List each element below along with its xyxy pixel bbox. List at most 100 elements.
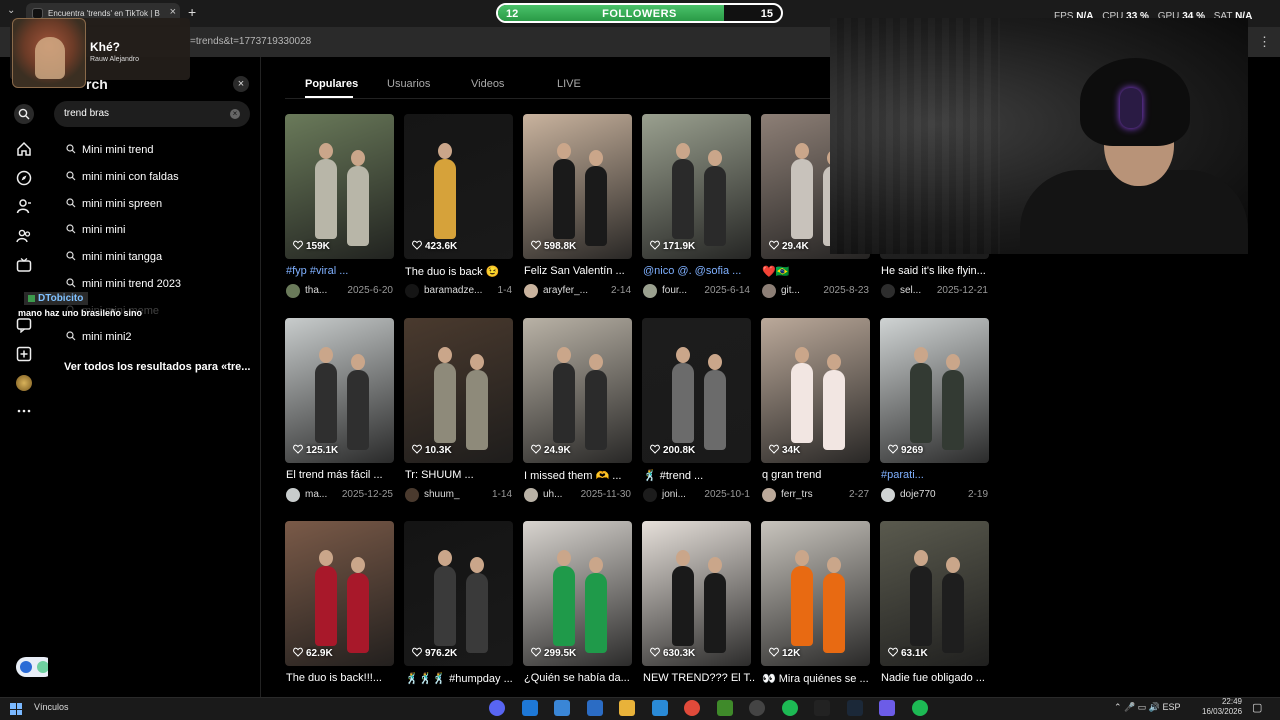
video-thumbnail[interactable]: 200.8K (642, 318, 751, 463)
video-thumbnail[interactable]: 12K (761, 521, 870, 666)
tab-populares[interactable]: Populares (305, 78, 358, 90)
video-caption[interactable]: #fyp #viral ... (286, 265, 398, 277)
video-caption[interactable]: 👀 Mira quiénes se ... (762, 672, 874, 685)
author-name[interactable]: joni... (662, 489, 686, 500)
browser-menu-icon[interactable]: ⋮ (1258, 34, 1271, 50)
home-icon[interactable] (16, 141, 32, 157)
video-thumbnail[interactable]: 63.1K (880, 521, 989, 666)
windows-start-icon[interactable] (10, 703, 22, 715)
video-thumbnail[interactable]: 598.8K (523, 114, 632, 259)
suggestion-item[interactable]: mini mini spreen (66, 198, 162, 210)
author-name[interactable]: four... (662, 285, 687, 296)
suggestion-item[interactable]: mini mini con faldas (66, 171, 179, 183)
video-caption[interactable]: ¿Quién se había da... (524, 672, 636, 684)
app-f-icon[interactable] (651, 700, 668, 716)
see-all-results-link[interactable]: Ver todos los resultados para «tre... (64, 361, 250, 373)
author-avatar[interactable] (405, 488, 419, 502)
author-avatar[interactable] (881, 284, 895, 298)
author-name[interactable]: ferr_trs (781, 489, 813, 500)
author-name[interactable]: shuum_ (424, 489, 460, 500)
video-thumbnail[interactable]: 630.3K (642, 521, 751, 666)
author-name[interactable]: sel... (900, 285, 921, 296)
suggestion-item[interactable]: mini mini tangga (66, 251, 162, 263)
mail-icon[interactable] (521, 700, 538, 716)
video-thumbnail[interactable]: 10.3K (404, 318, 513, 463)
author-avatar[interactable] (643, 488, 657, 502)
author-avatar[interactable] (524, 488, 538, 502)
friends-icon[interactable] (16, 228, 32, 244)
video-thumbnail[interactable]: 34K (761, 318, 870, 463)
author-avatar[interactable] (762, 284, 776, 298)
steam-icon[interactable] (846, 700, 863, 716)
chrome-icon[interactable] (684, 700, 700, 716)
video-caption[interactable]: Tr: SHUUM ... (405, 469, 517, 481)
suggestion-item[interactable]: Mini mini trend (66, 144, 154, 156)
video-thumbnail[interactable]: 9269 (880, 318, 989, 463)
url-text[interactable]: =trends&t=1773719330028 (190, 36, 311, 47)
video-caption[interactable]: @nico @. @sofia ... (643, 265, 755, 277)
profile-avatar[interactable] (16, 375, 32, 391)
author-name[interactable]: ma... (305, 489, 327, 500)
author-name[interactable]: doje770 (900, 489, 936, 500)
video-thumbnail[interactable]: 976.2K (404, 521, 513, 666)
search-icon[interactable] (14, 104, 34, 124)
video-thumbnail[interactable]: 423.6K (404, 114, 513, 259)
video-caption[interactable]: 🕺🕺🕺 #humpday ... (405, 672, 517, 685)
more-icon[interactable] (16, 403, 32, 419)
calendar-icon[interactable] (586, 700, 603, 716)
author-avatar[interactable] (643, 284, 657, 298)
epic-icon[interactable] (814, 700, 830, 716)
video-caption[interactable]: q gran trend (762, 469, 874, 481)
tab-live[interactable]: LIVE (557, 78, 581, 90)
video-caption[interactable]: The duo is back!!!... (286, 672, 398, 684)
close-icon[interactable]: × (233, 76, 249, 92)
video-caption[interactable]: NEW TREND??? El T... (643, 672, 755, 684)
video-caption[interactable]: 🕺 #trend ... (643, 469, 755, 482)
video-caption[interactable]: Feliz San Valentín ... (524, 265, 636, 277)
live-tv-icon[interactable] (16, 257, 32, 273)
video-caption[interactable]: The duo is back 😉 (405, 265, 517, 278)
suggestion-item[interactable]: mini mini2 (66, 331, 132, 343)
author-avatar[interactable] (286, 488, 300, 502)
video-caption[interactable]: ❤️🇧🇷 (762, 265, 874, 278)
clear-search-icon[interactable]: × (230, 109, 240, 119)
drop-icon[interactable] (879, 700, 895, 716)
obs-icon[interactable] (749, 700, 765, 716)
video-thumbnail[interactable]: 62.9K (285, 521, 394, 666)
notification-icon[interactable]: ▢ (1252, 701, 1262, 714)
taskbar-links-label[interactable]: Vínculos (34, 702, 69, 712)
spotify-alt-icon[interactable] (911, 700, 928, 716)
author-avatar[interactable] (524, 284, 538, 298)
video-caption[interactable]: #parati... (881, 469, 993, 481)
author-avatar[interactable] (881, 488, 895, 502)
video-caption[interactable]: I missed them 🫶 ... (524, 469, 636, 482)
tab-close-icon[interactable]: × (170, 6, 176, 18)
author-name[interactable]: uh... (543, 489, 562, 500)
video-thumbnail[interactable]: 125.1K (285, 318, 394, 463)
compass-icon[interactable] (16, 170, 32, 186)
author-name[interactable]: arayfer_... (543, 285, 588, 296)
search-query-text[interactable]: trend bras (64, 108, 109, 119)
spotify-icon[interactable] (781, 700, 798, 716)
video-caption[interactable]: Nadie fue obligado ... (881, 672, 993, 684)
tab-usuarios[interactable]: Usuarios (387, 78, 430, 90)
video-thumbnail[interactable]: 24.9K (523, 318, 632, 463)
author-avatar[interactable] (286, 284, 300, 298)
minecraft-icon[interactable] (716, 700, 733, 716)
tab-videos[interactable]: Videos (471, 78, 504, 90)
discord-icon[interactable] (489, 700, 505, 716)
video-thumbnail[interactable]: 171.9K (642, 114, 751, 259)
video-thumbnail[interactable]: 159K (285, 114, 394, 259)
new-tab-button[interactable]: + (188, 4, 196, 20)
video-caption[interactable]: El trend más fácil ... (286, 469, 398, 481)
tab-list-icon[interactable]: ⌄ (7, 5, 15, 16)
author-name[interactable]: baramadze... (424, 285, 482, 296)
video-thumbnail[interactable]: 299.5K (523, 521, 632, 666)
user-follow-icon[interactable] (16, 198, 32, 214)
store-icon[interactable] (554, 700, 570, 716)
file-explorer-icon[interactable] (619, 700, 635, 716)
message-icon[interactable] (16, 317, 32, 334)
suggestion-item[interactable]: mini mini trend 2023 (66, 278, 181, 290)
author-avatar[interactable] (405, 284, 419, 298)
upload-icon[interactable] (16, 346, 32, 362)
